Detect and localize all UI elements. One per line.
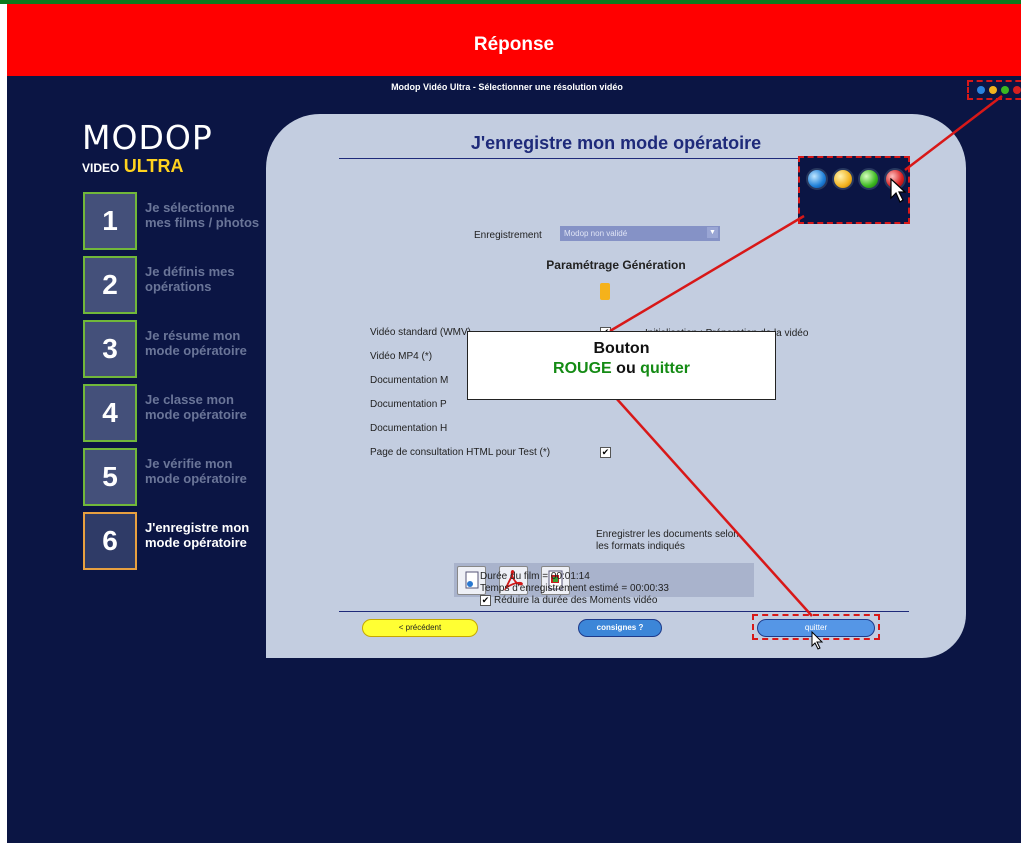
annotation-arrows bbox=[609, 95, 1003, 617]
callout-line1: Bouton bbox=[593, 340, 650, 357]
callout-line2: ROUGE ou quitter bbox=[553, 360, 690, 377]
instruction-callout: Bouton ROUGE ou quitter bbox=[467, 331, 776, 400]
